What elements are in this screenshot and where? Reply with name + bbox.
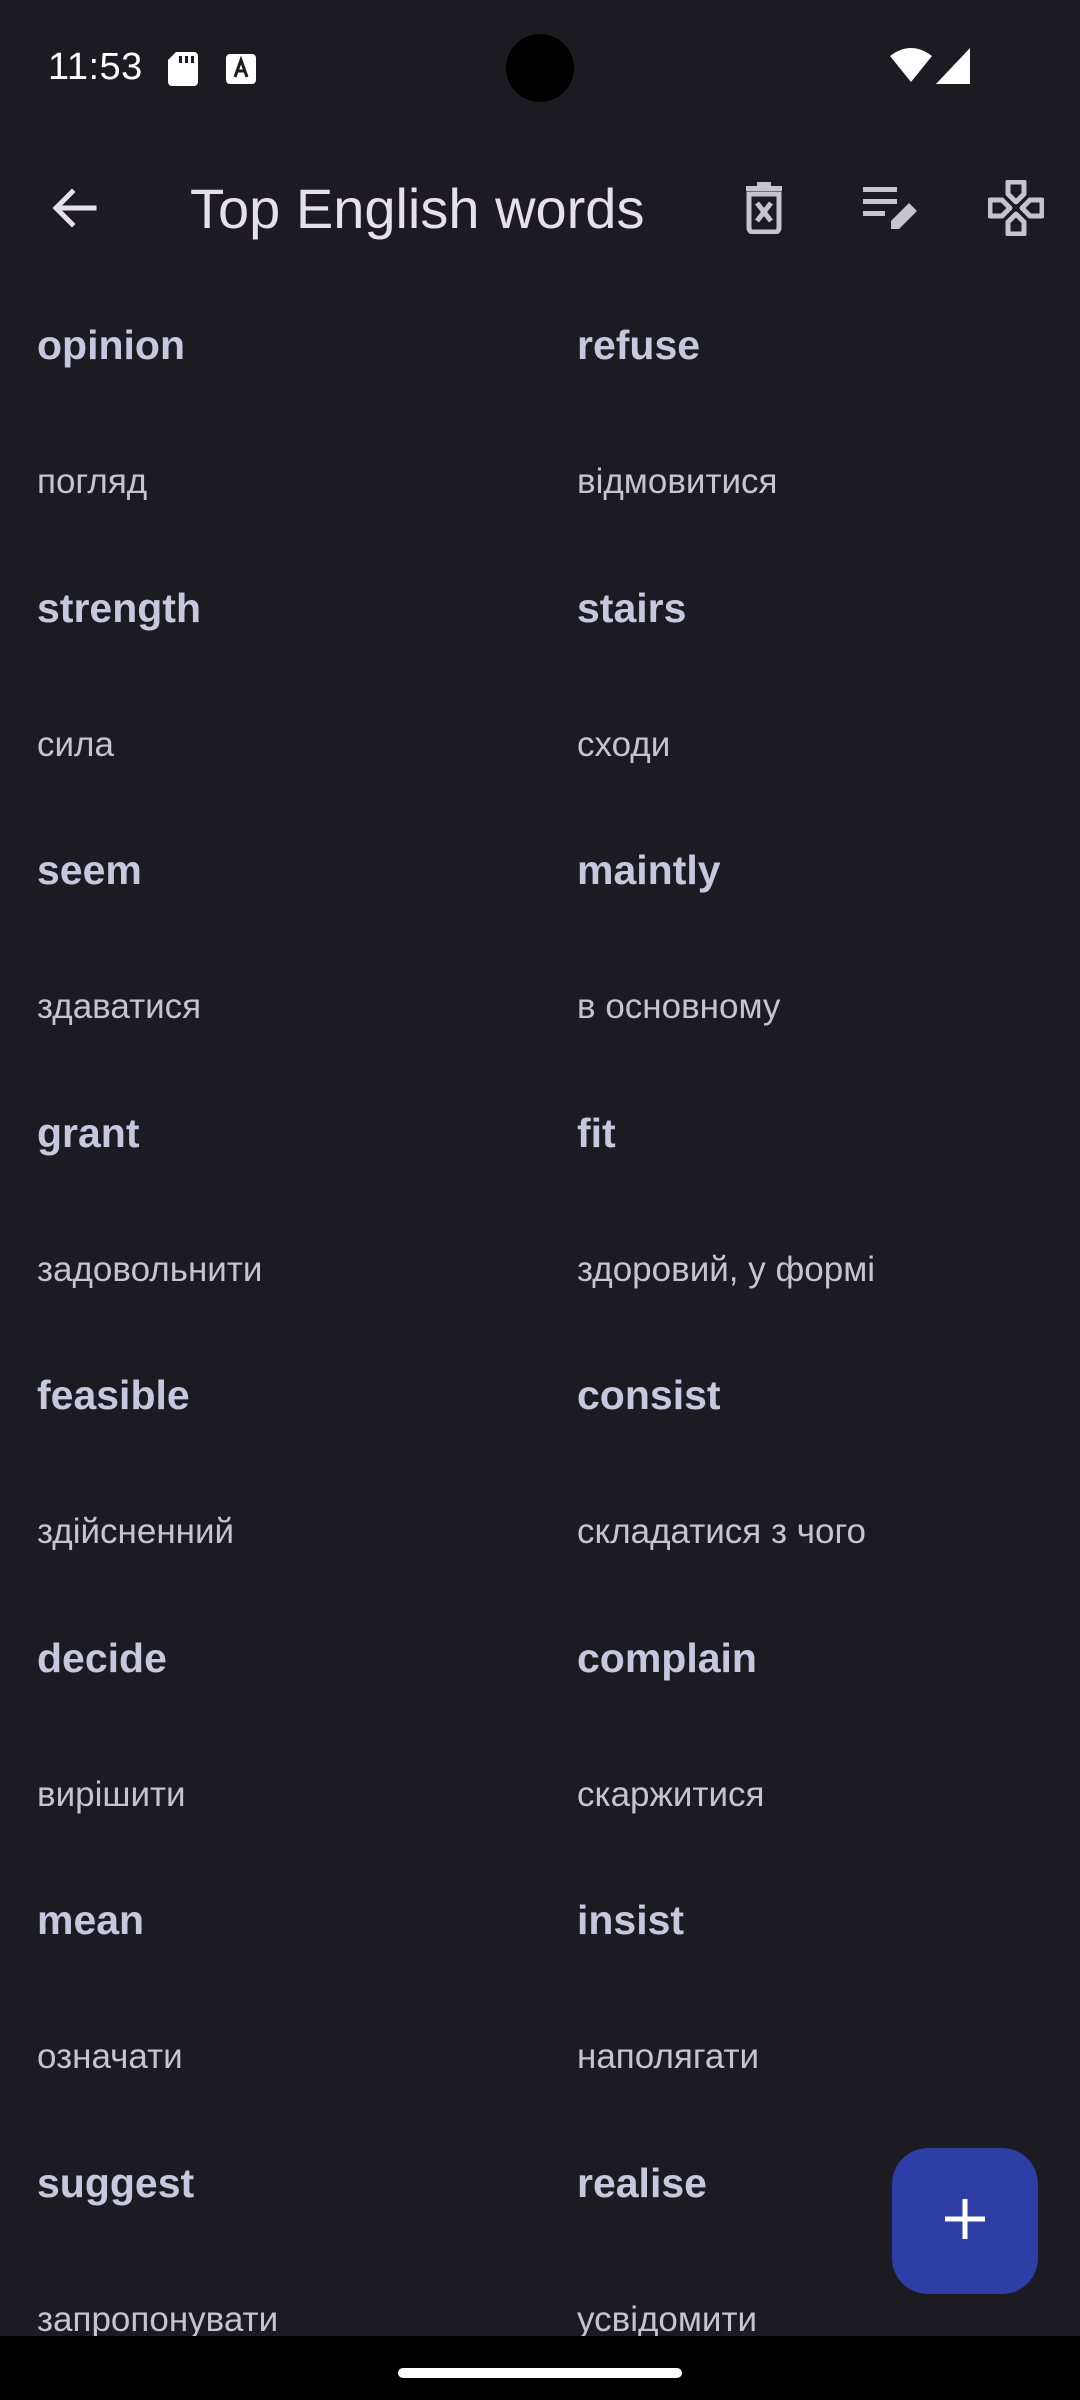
- word-english: grant: [37, 1110, 140, 1156]
- word-translation: в основному: [577, 987, 781, 1026]
- word-english: strength: [37, 585, 201, 631]
- status-time: 11:53: [48, 46, 143, 88]
- word-card[interactable]: consist складатися з чого: [540, 1332, 1040, 1594]
- word-english: maintly: [577, 847, 721, 893]
- word-card[interactable]: seem здаватися: [0, 807, 500, 1069]
- app-bar: Top English words: [0, 140, 1080, 280]
- text-a-icon: [226, 54, 256, 89]
- word-translation: погляд: [37, 462, 148, 501]
- word-english: complain: [577, 1635, 757, 1681]
- word-translation: наполягати: [577, 2037, 760, 2076]
- home-gesture-handle[interactable]: [398, 2368, 682, 2378]
- back-button[interactable]: [26, 162, 122, 258]
- wifi-icon: [890, 48, 932, 87]
- signal-icon: [936, 48, 970, 89]
- game-button[interactable]: [968, 162, 1064, 258]
- word-english: consist: [577, 1372, 721, 1418]
- add-word-button[interactable]: [892, 2148, 1038, 2294]
- word-card[interactable]: suggest запропонувати: [0, 2120, 500, 2339]
- status-bar: 11:53: [0, 0, 1080, 130]
- sd-card-icon: [168, 52, 198, 91]
- word-translation: задовольнити: [37, 1250, 263, 1289]
- word-english: seem: [37, 847, 142, 893]
- word-english: fit: [577, 1110, 616, 1156]
- word-english: suggest: [37, 2160, 195, 2206]
- word-english: realise: [577, 2160, 707, 2206]
- edit-list-icon: [863, 185, 917, 236]
- navigation-bar: [0, 2336, 1080, 2400]
- plus-icon: [943, 2197, 987, 2246]
- word-translation: означати: [37, 2037, 183, 2076]
- word-card[interactable]: grant задовольнити: [0, 1070, 500, 1332]
- word-translation: здоровий, у формі: [577, 1250, 876, 1289]
- word-translation: скаржитися: [577, 1775, 765, 1814]
- word-english: refuse: [577, 322, 701, 368]
- word-translation: усвідомити: [577, 2300, 758, 2339]
- word-translation: відмовитися: [577, 462, 778, 501]
- gamepad-icon: [987, 179, 1045, 241]
- word-english: mean: [37, 1897, 145, 1943]
- back-arrow-icon: [50, 184, 98, 237]
- word-translation: вирішити: [37, 1775, 186, 1814]
- word-english: decide: [37, 1635, 167, 1681]
- word-english: feasible: [37, 1372, 190, 1418]
- word-card[interactable]: stairs сходи: [540, 545, 1040, 807]
- word-card[interactable]: mean означати: [0, 1857, 500, 2119]
- word-translation: сходи: [577, 725, 671, 764]
- word-translation: складатися з чого: [577, 1512, 866, 1551]
- delete-list-icon: [742, 181, 786, 239]
- page-title: Top English words: [190, 177, 645, 240]
- word-card[interactable]: maintly в основному: [540, 807, 1040, 1069]
- edit-list-button[interactable]: [842, 162, 938, 258]
- word-translation: сила: [37, 725, 114, 764]
- word-card[interactable]: insist наполягати: [540, 1857, 1040, 2119]
- word-card[interactable]: opinion погляд: [0, 282, 500, 544]
- word-card[interactable]: refuse відмовитися: [540, 282, 1040, 544]
- word-card[interactable]: strength сила: [0, 545, 500, 807]
- word-english: insist: [577, 1897, 685, 1943]
- word-translation: здаватися: [37, 987, 202, 1026]
- word-english: opinion: [37, 322, 186, 368]
- word-card[interactable]: fit здоровий, у формі: [540, 1070, 1040, 1332]
- word-card[interactable]: decide вирішити: [0, 1595, 500, 1857]
- screen: 11:53 Top English words opinion погляд r…: [0, 0, 1080, 2400]
- word-card[interactable]: feasible здійсненний: [0, 1332, 500, 1594]
- word-translation: запропонувати: [37, 2300, 279, 2339]
- delete-list-button[interactable]: [716, 162, 812, 258]
- camera-cutout: [506, 34, 574, 102]
- word-card[interactable]: complain скаржитися: [540, 1595, 1040, 1857]
- word-english: stairs: [577, 585, 687, 631]
- word-translation: здійсненний: [37, 1512, 235, 1551]
